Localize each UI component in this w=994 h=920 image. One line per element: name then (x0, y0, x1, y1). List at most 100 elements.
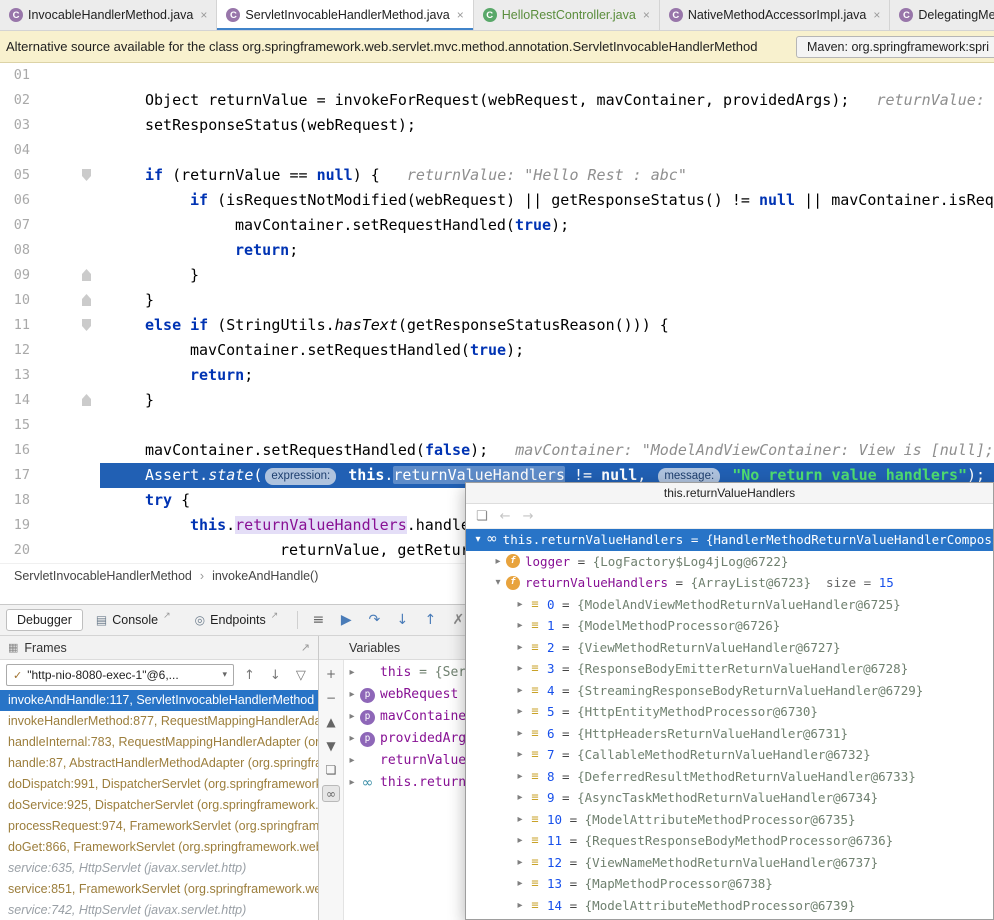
chevron-down-icon[interactable]: ▾ (490, 572, 506, 594)
inspect-root-row[interactable]: ▾∞this.returnValueHandlers = {HandlerMet… (466, 529, 993, 551)
line-number[interactable]: 11 (0, 313, 34, 338)
editor-tab[interactable]: CInvocableHandlerMethod.java× (0, 0, 217, 30)
tool-tab-endpoints[interactable]: ◎Endpoints↗ (184, 609, 290, 631)
fold-start-icon[interactable] (82, 169, 91, 181)
list-item-row[interactable]: ▸≡8 = {DeferredResultMethodReturnValueHa… (466, 766, 993, 788)
code-line[interactable]: 04 (0, 138, 994, 163)
line-number[interactable]: 06 (0, 188, 34, 213)
line-number[interactable]: 03 (0, 113, 34, 138)
code-line[interactable]: 03setResponseStatus(webRequest); (0, 113, 994, 138)
line-number[interactable]: 18 (0, 488, 34, 513)
tool-tab-console[interactable]: ▤Console↗ (85, 609, 182, 631)
code-line[interactable]: 11else if (StringUtils.hasText(getRespon… (0, 313, 994, 338)
stack-frame[interactable]: service:851, FrameworkServlet (org.sprin… (0, 879, 318, 900)
stack-frame[interactable]: service:742, HttpServlet (javax.servlet.… (0, 900, 318, 920)
code-line[interactable]: 02Object returnValue = invokeForRequest(… (0, 88, 994, 113)
list-item-row[interactable]: ▸≡2 = {ViewMethodReturnValueHandler@6727… (466, 637, 993, 659)
move-watch-up-icon[interactable]: ▲ (322, 713, 340, 730)
chevron-right-icon[interactable]: ▸ (344, 684, 360, 706)
line-number[interactable]: 17 (0, 463, 34, 488)
stack-frame[interactable]: doGet:866, FrameworkServlet (org.springf… (0, 837, 318, 858)
line-number[interactable]: 08 (0, 238, 34, 263)
tab-close-icon[interactable]: × (200, 8, 207, 22)
stack-frame[interactable]: doService:925, DispatcherServlet (org.sp… (0, 795, 318, 816)
chevron-right-icon[interactable]: ▸ (344, 750, 360, 772)
step-into-icon[interactable]: ↓ (390, 612, 414, 628)
list-item-row[interactable]: ▸≡9 = {AsyncTaskMethodReturnValueHandler… (466, 787, 993, 809)
move-watch-down-icon[interactable]: ▼ (322, 737, 340, 754)
line-number[interactable]: 07 (0, 213, 34, 238)
hide-frames-filter-icon[interactable]: ▽ (296, 668, 306, 683)
chevron-right-icon[interactable]: ▸ (512, 680, 528, 702)
line-number[interactable]: 12 (0, 338, 34, 363)
list-item-row[interactable]: ▸≡10 = {ModelAttributeMethodProcessor@67… (466, 809, 993, 831)
code-line[interactable]: 10} (0, 288, 994, 313)
frames-options-icon[interactable]: ↗ (301, 641, 310, 654)
code-line[interactable]: 13return; (0, 363, 994, 388)
line-number[interactable]: 05 (0, 163, 34, 188)
chevron-right-icon[interactable]: ▸ (512, 744, 528, 766)
tool-tab-debugger[interactable]: Debugger (6, 609, 83, 631)
next-frame-icon[interactable]: ↓ (270, 668, 281, 683)
fold-end-icon[interactable] (82, 294, 91, 306)
chevron-down-icon[interactable]: ▾ (470, 529, 486, 551)
open-new-tab-icon[interactable]: ↗ (163, 611, 171, 621)
chevron-right-icon[interactable]: ▸ (512, 701, 528, 723)
chevron-right-icon[interactable]: ▸ (512, 852, 528, 874)
fold-end-icon[interactable] (82, 269, 91, 281)
line-number[interactable]: 19 (0, 513, 34, 538)
chevron-right-icon[interactable]: ▸ (512, 809, 528, 831)
tab-close-icon[interactable]: × (643, 8, 650, 22)
chevron-right-icon[interactable]: ▸ (512, 594, 528, 616)
chevron-right-icon[interactable]: ▸ (512, 873, 528, 895)
show-execution-point-icon[interactable]: ▶ (334, 612, 358, 628)
step-over-icon[interactable]: ↷ (362, 612, 386, 628)
code-line[interactable]: 09} (0, 263, 994, 288)
list-item-row[interactable]: ▸≡13 = {MapMethodProcessor@6738} (466, 873, 993, 895)
alternative-source-button[interactable]: Maven: org.springframework:spri (796, 36, 994, 58)
line-number[interactable]: 01 (0, 63, 34, 88)
line-number[interactable]: 16 (0, 438, 34, 463)
list-item-row[interactable]: ▸≡7 = {CallableMethodReturnValueHandler@… (466, 744, 993, 766)
code-line[interactable]: 08return; (0, 238, 994, 263)
thread-selector[interactable]: ✓ "http-nio-8080-exec-1"@6,... ▾ (6, 664, 234, 686)
list-item-row[interactable]: ▸≡12 = {ViewNameMethodReturnValueHandler… (466, 852, 993, 874)
add-watch-icon[interactable]: + (322, 665, 340, 682)
line-number[interactable]: 09 (0, 263, 34, 288)
stack-frame[interactable]: service:635, HttpServlet (javax.servlet.… (0, 858, 318, 879)
chevron-right-icon[interactable]: ▸ (344, 728, 360, 750)
editor-tab[interactable]: CNativeMethodAccessorImpl.java× (660, 0, 891, 30)
breadcrumb-class[interactable]: ServletInvocableHandlerMethod (14, 569, 192, 583)
code-line[interactable]: 16mavContainer.setRequestHandled(false);… (0, 438, 994, 463)
list-item-row[interactable]: ▸≡14 = {ModelAttributeMethodProcessor@67… (466, 895, 993, 917)
line-number[interactable]: 02 (0, 88, 34, 113)
code-line[interactable]: 07mavContainer.setRequestHandled(true); (0, 213, 994, 238)
chevron-right-icon[interactable]: ▸ (512, 895, 528, 917)
list-item-row[interactable]: ▸≡11 = {RequestResponseBodyMethodProcess… (466, 830, 993, 852)
code-line[interactable]: 15 (0, 413, 994, 438)
chevron-right-icon[interactable]: ▸ (512, 637, 528, 659)
navigate-forward-icon[interactable]: → (523, 509, 534, 524)
list-item-row[interactable]: ▸≡1 = {ModelMethodProcessor@6726} (466, 615, 993, 637)
chevron-right-icon[interactable]: ▸ (512, 723, 528, 745)
line-number[interactable]: 15 (0, 413, 34, 438)
line-number[interactable]: 04 (0, 138, 34, 163)
stack-frame[interactable]: invokeAndHandle:117, ServletInvocableHan… (0, 690, 318, 711)
breadcrumb-method[interactable]: invokeAndHandle() (212, 569, 318, 583)
code-line[interactable]: 05if (returnValue == null) { returnValue… (0, 163, 994, 188)
chevron-right-icon[interactable]: ▸ (512, 830, 528, 852)
layout-settings-icon[interactable]: ≡ (306, 612, 330, 628)
editor-tab[interactable]: CHelloRestController.java× (474, 0, 660, 30)
line-number[interactable]: 13 (0, 363, 34, 388)
stack-frame[interactable]: invokeHandlerMethod:877, RequestMappingH… (0, 711, 318, 732)
stack-frame[interactable]: processRequest:974, FrameworkServlet (or… (0, 816, 318, 837)
fold-start-icon[interactable] (82, 319, 91, 331)
line-number[interactable]: 20 (0, 538, 34, 563)
code-line[interactable]: 14} (0, 388, 994, 413)
field-row[interactable]: ▸flogger = {LogFactory$Log4jLog@6722} (466, 551, 993, 573)
editor-tab[interactable]: CDelegatingMetho× (890, 0, 994, 30)
chevron-right-icon[interactable]: ▸ (512, 615, 528, 637)
list-item-row[interactable]: ▸≡0 = {ModelAndViewMethodReturnValueHand… (466, 594, 993, 616)
line-number[interactable]: 10 (0, 288, 34, 313)
previous-frame-icon[interactable]: ↑ (244, 668, 255, 683)
